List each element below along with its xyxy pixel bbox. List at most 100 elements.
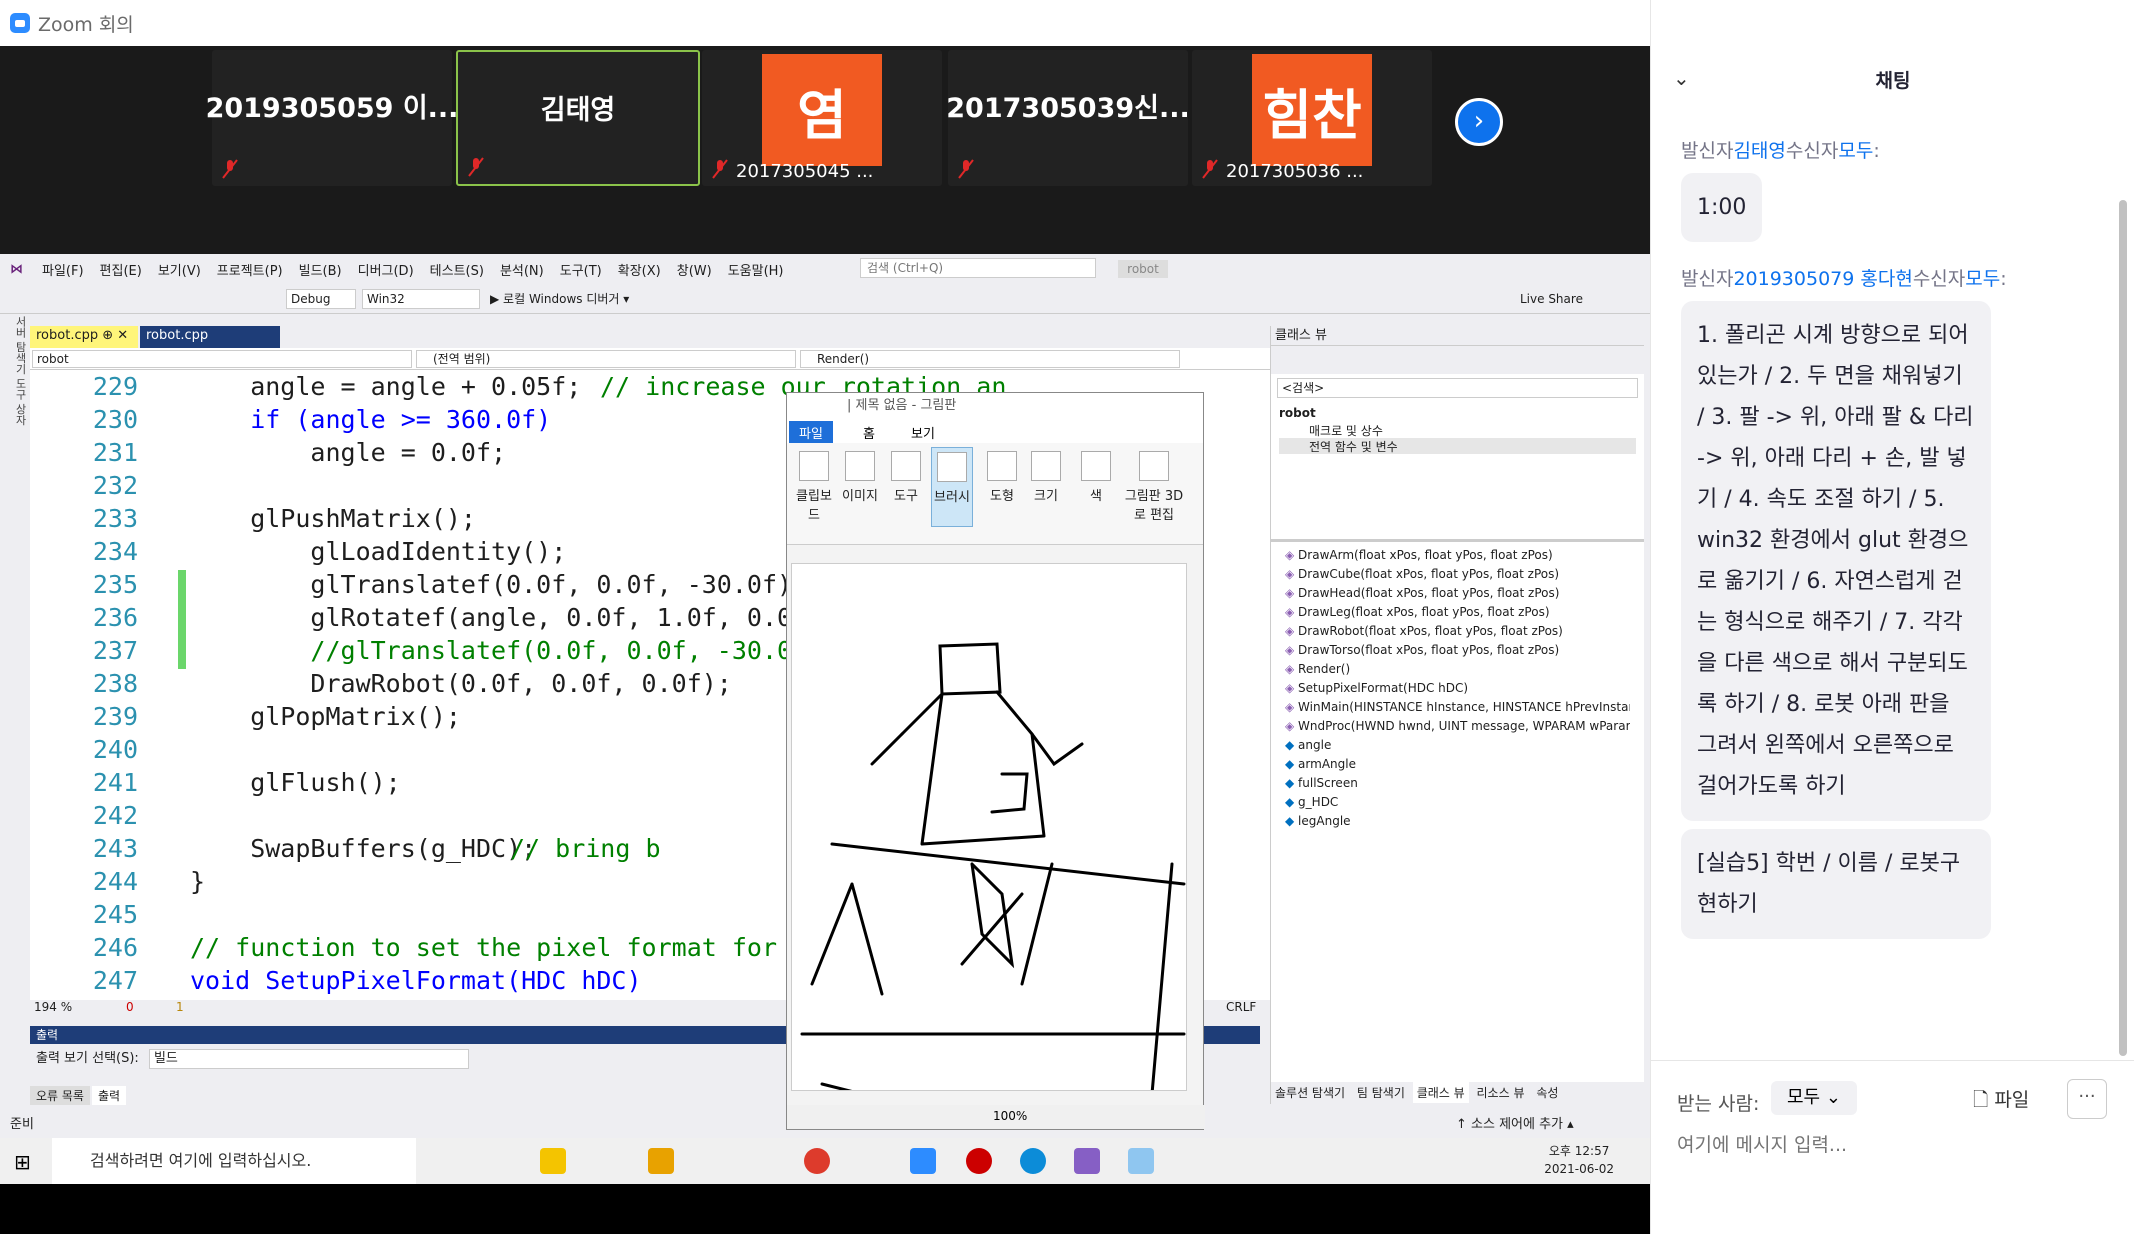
source-control-button[interactable]: ↑ 소스 제어에 추가 ▴ bbox=[1456, 1112, 1574, 1138]
paint-shapes-button[interactable]: 도형 bbox=[981, 447, 1023, 527]
vs-left-toolstrip[interactable]: 서버 탐색기 도구 상자 bbox=[0, 316, 28, 1056]
paint-tools-button[interactable]: 도구 bbox=[885, 447, 927, 527]
tab-properties[interactable]: 속성 bbox=[1532, 1082, 1562, 1103]
taskbar-clock[interactable]: 오후 12:57 2021-06-02 bbox=[1544, 1142, 1614, 1178]
chat-title: 채팅 bbox=[1875, 70, 1911, 92]
participant-tile[interactable]: 힘찬 2017305036 ... bbox=[1192, 50, 1432, 186]
menu-build[interactable]: 빌드(B) bbox=[291, 260, 350, 279]
nav-function-select[interactable]: Render() bbox=[800, 350, 1180, 368]
menu-analyze[interactable]: 분석(N) bbox=[492, 260, 552, 279]
class-member-method[interactable]: Render() bbox=[1285, 662, 1630, 681]
record-icon[interactable] bbox=[966, 1148, 992, 1174]
participant-label: 2017305036 ... bbox=[1226, 161, 1364, 182]
class-member-method[interactable]: DrawArm(float xPos, float yPos, float zP… bbox=[1285, 548, 1630, 567]
class-member-method[interactable]: DrawTorso(float xPos, float yPos, float … bbox=[1285, 643, 1630, 662]
paint-image-button[interactable]: 이미지 bbox=[839, 447, 881, 527]
class-member-variable[interactable]: g_HDC bbox=[1285, 795, 1630, 814]
class-member-method[interactable]: WinMain(HINSTANCE hInstance, HINSTANCE h… bbox=[1285, 700, 1630, 719]
nav-scope-select[interactable]: (전역 범위) bbox=[416, 350, 796, 368]
taskbar-search[interactable]: 검색하려면 여기에 입력하십시오. bbox=[52, 1138, 416, 1184]
paint-brush-button[interactable]: 브러시 bbox=[931, 447, 973, 527]
file-button[interactable]: 🗋 파일 bbox=[1973, 1085, 2029, 1118]
paint-app-icon[interactable] bbox=[1128, 1148, 1154, 1174]
class-member-method[interactable]: DrawHead(float xPos, float yPos, float z… bbox=[1285, 586, 1630, 605]
code-text: DrawRobot(0.0f, 0.0f, 0.0f); bbox=[190, 669, 732, 698]
next-page-button[interactable]: › bbox=[1455, 98, 1503, 146]
participant-tile[interactable]: 2019305059 이... bbox=[206, 50, 458, 186]
participant-tile-active[interactable]: 김태영 bbox=[456, 50, 700, 186]
tab-error-list[interactable]: 오류 목록 bbox=[30, 1086, 90, 1105]
menu-view[interactable]: 보기(V) bbox=[150, 260, 209, 279]
tab-robot-cpp[interactable]: robot.cpp bbox=[140, 326, 280, 348]
sender-name[interactable]: 2019305079 홍다현 bbox=[1733, 268, 1912, 290]
message-meta: 발신자김태영수신자모두: bbox=[1681, 140, 1880, 162]
tree-node-robot[interactable]: robot bbox=[1279, 406, 1636, 422]
error-count[interactable]: 0 bbox=[126, 1000, 134, 1014]
menu-extensions[interactable]: 확장(X) bbox=[610, 260, 669, 279]
kakaotalk-icon[interactable] bbox=[540, 1148, 566, 1174]
menu-edit[interactable]: 편집(E) bbox=[92, 260, 150, 279]
participant-tile[interactable]: 염 2017305045 ... bbox=[702, 50, 942, 186]
tree-node-macros[interactable]: 매크로 및 상수 bbox=[1279, 422, 1636, 438]
line-number: 236 bbox=[92, 603, 138, 632]
paint-tab-view[interactable]: 보기 bbox=[901, 421, 945, 444]
class-member-method[interactable]: SetupPixelFormat(HDC hDC) bbox=[1285, 681, 1630, 700]
participant-tile[interactable]: 2017305039신... bbox=[946, 50, 1190, 186]
vs-search-input[interactable]: 검색 (Ctrl+Q) bbox=[860, 258, 1096, 278]
class-member-method[interactable]: DrawRobot(float xPos, float yPos, float … bbox=[1285, 624, 1630, 643]
line-number: 234 bbox=[92, 537, 138, 566]
tab-output[interactable]: 출력 bbox=[91, 1086, 127, 1105]
class-member-variable[interactable]: fullScreen bbox=[1285, 776, 1630, 795]
paint-size-button[interactable]: 크기 bbox=[1025, 447, 1067, 527]
class-member-variable[interactable]: angle bbox=[1285, 738, 1630, 757]
recipient-name[interactable]: 모두 bbox=[1965, 268, 2000, 290]
zoom-app-icon[interactable] bbox=[910, 1148, 936, 1174]
paint-tab-file[interactable]: 파일 bbox=[789, 421, 833, 444]
zoom-level[interactable]: 194 % bbox=[34, 1000, 72, 1014]
run-debugger-button[interactable]: ▶ 로컬 Windows 디버거 ▾ bbox=[490, 290, 629, 307]
menu-window[interactable]: 창(W) bbox=[669, 260, 720, 279]
tree-node-globals[interactable]: 전역 함수 및 변수 bbox=[1279, 438, 1636, 454]
menu-test[interactable]: 테스트(S) bbox=[422, 260, 492, 279]
menu-file[interactable]: 파일(F) bbox=[34, 260, 92, 279]
visual-studio-icon[interactable] bbox=[1074, 1148, 1100, 1174]
paint-colors-button[interactable]: 색 bbox=[1075, 447, 1117, 527]
class-view-search[interactable]: <검색> bbox=[1277, 378, 1638, 398]
class-member-variable[interactable]: legAngle bbox=[1285, 814, 1630, 833]
paint-tab-home[interactable]: 홈 bbox=[853, 421, 885, 444]
tab-solution-explorer[interactable]: 솔루션 탐색기 bbox=[1271, 1082, 1349, 1103]
paint-clipboard-button[interactable]: 클립보드 bbox=[793, 447, 835, 527]
output-source-select[interactable]: 빌드 bbox=[148, 1048, 469, 1069]
message-input[interactable] bbox=[1677, 1127, 2107, 1163]
paint-canvas[interactable] bbox=[791, 563, 1187, 1106]
chat-scrollbar[interactable] bbox=[2119, 200, 2127, 1056]
zoom-titlebar: Zoom 회의 bbox=[0, 0, 1650, 46]
paint-3d-button[interactable]: 그림판 3D로 편집 bbox=[1123, 447, 1185, 527]
class-member-method[interactable]: DrawCube(float xPos, float yPos, float z… bbox=[1285, 567, 1630, 586]
class-view-panel: 클래스 뷰 <검색> robot 매크로 및 상수 전역 함수 및 변수 Dra… bbox=[1270, 326, 1645, 1104]
menu-debug[interactable]: 디버그(D) bbox=[350, 260, 422, 279]
config-select[interactable]: Debug bbox=[286, 289, 356, 309]
class-member-variable[interactable]: armAngle bbox=[1285, 757, 1630, 776]
sender-name[interactable]: 김태영 bbox=[1733, 140, 1785, 162]
chrome-icon[interactable] bbox=[804, 1148, 830, 1174]
file-explorer-icon[interactable] bbox=[648, 1148, 674, 1174]
start-icon[interactable]: ⊞ bbox=[14, 1150, 31, 1174]
class-member-method[interactable]: WndProc(HWND hwnd, UINT message, WPARAM … bbox=[1285, 719, 1630, 738]
recipient-name[interactable]: 모두 bbox=[1838, 140, 1873, 162]
warning-count[interactable]: 1 bbox=[176, 1000, 184, 1014]
menu-project[interactable]: 프로젝트(P) bbox=[209, 260, 291, 279]
tab-robot-cpp-active[interactable]: robot.cpp ⊕ ✕ bbox=[30, 326, 138, 348]
class-member-method[interactable]: DrawLeg(float xPos, float yPos, float zP… bbox=[1285, 605, 1630, 624]
tab-class-view[interactable]: 클래스 뷰 bbox=[1412, 1082, 1469, 1103]
more-options-button[interactable]: ··· bbox=[2067, 1079, 2107, 1119]
platform-select[interactable]: Win32 bbox=[362, 289, 480, 309]
nav-project-select[interactable]: robot bbox=[32, 350, 412, 368]
recipient-select[interactable]: 모두 ⌄ bbox=[1771, 1081, 1857, 1115]
edge-icon[interactable] bbox=[1020, 1148, 1046, 1174]
tab-team-explorer[interactable]: 팀 탐색기 bbox=[1353, 1082, 1409, 1103]
live-share-button[interactable]: Live Share bbox=[1520, 292, 1583, 306]
menu-help[interactable]: 도움말(H) bbox=[720, 260, 792, 279]
tab-resource-view[interactable]: 리소스 뷰 bbox=[1473, 1082, 1529, 1103]
menu-tools[interactable]: 도구(T) bbox=[552, 260, 610, 279]
